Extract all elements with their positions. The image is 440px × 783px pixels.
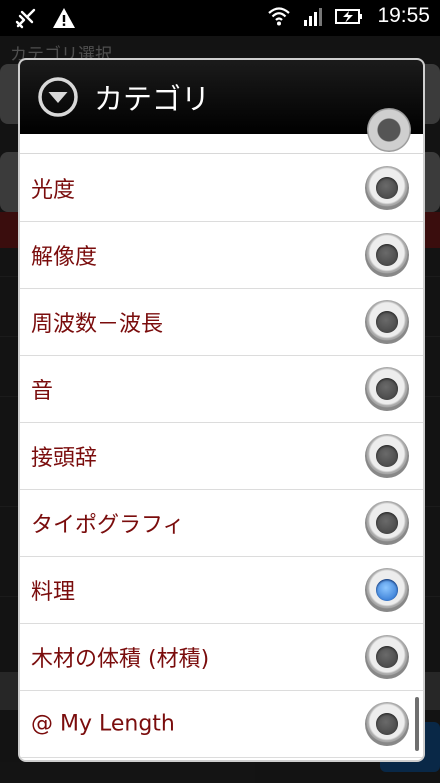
- radio-button[interactable]: [365, 501, 409, 545]
- radio-button[interactable]: [365, 367, 409, 411]
- battery-charging-icon: [335, 4, 363, 28]
- list-item[interactable]: 音: [20, 356, 423, 423]
- list-item-label: 木材の体積 (材積): [31, 647, 210, 672]
- radio-button[interactable]: [367, 108, 411, 152]
- radio-button[interactable]: [365, 166, 409, 210]
- wifi-icon: [267, 4, 291, 28]
- dialog-header: カテゴリ: [20, 60, 423, 134]
- list-item-label: 光度: [31, 178, 76, 203]
- signal-icon: [301, 4, 325, 28]
- scrollbar[interactable]: [415, 697, 419, 751]
- radio-button-checked[interactable]: [365, 568, 409, 612]
- status-bar: 19:55: [0, 0, 440, 36]
- list-item-label: 料理: [31, 580, 76, 605]
- list-item[interactable]: 木材の体積 (材積): [20, 624, 423, 691]
- list-item[interactable]: 解像度: [20, 222, 423, 289]
- warning-icon: [52, 6, 76, 30]
- radio-button[interactable]: [365, 434, 409, 478]
- dialog-title: カテゴリ: [94, 82, 211, 116]
- list-item-label: @ My Length: [31, 711, 175, 737]
- dropdown-circle-icon: [36, 75, 80, 119]
- list-item[interactable]: 接頭辞: [20, 423, 423, 490]
- status-clock: 19:55: [377, 4, 430, 27]
- radio-button[interactable]: [365, 233, 409, 277]
- list-item-label: 解像度: [31, 245, 98, 270]
- list-item[interactable]: 光度: [20, 155, 423, 222]
- list-item[interactable]: タイポグラフィ: [20, 490, 423, 557]
- radio-button[interactable]: [365, 635, 409, 679]
- list-item-label: タイポグラフィ: [31, 513, 185, 538]
- list-item-label: 接頭辞: [31, 446, 98, 471]
- category-list[interactable]: 光度解像度周波数－波長音接頭辞タイポグラフィ 料理木材の体積 (材積) @ My L…: [20, 108, 423, 760]
- category-dialog: カテゴリ 光度解像度周波数－波長音接頭辞タイポグラフィ 料理木材の体積 (材積) @…: [20, 60, 423, 760]
- list-item[interactable]: @ My Length: [20, 691, 423, 758]
- list-item-label: 音: [31, 379, 54, 404]
- list-item[interactable]: 周波数－波長: [20, 289, 423, 356]
- list-item-partial[interactable]: [20, 108, 423, 154]
- list-item[interactable]: 料理: [20, 557, 423, 624]
- radio-button[interactable]: [365, 300, 409, 344]
- radio-button[interactable]: [365, 702, 409, 746]
- list-item-label: 周波数－波長: [31, 312, 164, 337]
- usb-debug-icon: [14, 6, 38, 30]
